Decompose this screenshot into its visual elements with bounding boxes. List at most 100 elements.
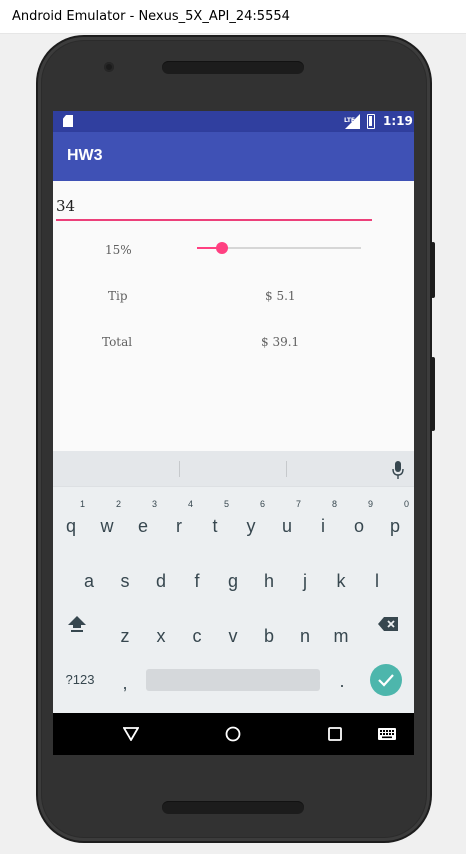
key-b[interactable]: b (251, 616, 287, 656)
key-number-hint: 1 (79, 499, 85, 509)
key-z[interactable]: z (107, 616, 143, 656)
tip-calculator-form: 15% Tip $ 5.1 Total $ 39.1 (53, 181, 414, 451)
key-c[interactable]: c (179, 616, 215, 656)
period-key[interactable]: . (324, 661, 360, 701)
key-a[interactable]: a (71, 561, 107, 601)
app-bar: HW3 (53, 132, 414, 181)
key-v[interactable]: v (215, 616, 251, 656)
key-s[interactable]: s (107, 561, 143, 601)
soft-keyboard: q1w2e3r4t5y6u7i8o9p0 asdfghjkl zxcvbnm ?… (53, 451, 414, 713)
key-number-hint: 4 (187, 499, 193, 509)
power-button[interactable] (431, 242, 435, 298)
key-number-hint: 0 (403, 499, 409, 509)
key-x[interactable]: x (143, 616, 179, 656)
key-f[interactable]: f (179, 561, 215, 601)
key-label: u (281, 516, 292, 536)
key-label: e (137, 516, 148, 536)
network-label: LTE (344, 117, 355, 124)
key-label: j (303, 571, 307, 591)
key-number-hint: 9 (367, 499, 373, 509)
shift-arrow-icon[interactable] (67, 614, 87, 634)
key-d[interactable]: d (143, 561, 179, 601)
key-label: m (333, 626, 349, 646)
key-label: n (299, 626, 310, 646)
key-label: o (353, 516, 364, 536)
key-k[interactable]: k (323, 561, 359, 601)
bill-amount-input[interactable] (56, 193, 372, 221)
mic-icon[interactable] (392, 461, 404, 479)
key-label: x (156, 626, 166, 646)
key-r[interactable]: r4 (161, 499, 197, 546)
window-titlebar: Android Emulator - Nexus_5X_API_24:5554 (0, 0, 466, 34)
suggestion-strip (53, 451, 414, 487)
tip-percent-slider[interactable] (197, 242, 361, 254)
key-number-hint: 5 (223, 499, 229, 509)
battery-icon (367, 114, 375, 129)
key-j[interactable]: j (287, 561, 323, 601)
status-clock: 1:19 (383, 114, 413, 128)
key-label: c (192, 626, 202, 646)
key-h[interactable]: h (251, 561, 287, 601)
key-label: d (155, 571, 166, 591)
key-i[interactable]: i8 (305, 499, 341, 546)
space-key[interactable] (146, 669, 320, 691)
key-label: i (321, 516, 325, 536)
key-g[interactable]: g (215, 561, 251, 601)
key-q[interactable]: q1 (53, 499, 89, 546)
volume-button[interactable] (431, 357, 435, 431)
key-e[interactable]: e3 (125, 499, 161, 546)
key-y[interactable]: y6 (233, 499, 269, 546)
front-camera (104, 62, 114, 72)
window-title: Android Emulator - Nexus_5X_API_24:5554 (12, 9, 290, 24)
key-label: a (83, 571, 94, 591)
suggestion-divider (286, 461, 287, 477)
back-triangle-icon[interactable] (123, 727, 139, 741)
key-number-hint: 2 (115, 499, 121, 509)
suggestion-divider (179, 461, 180, 477)
key-number-hint: 3 (151, 499, 157, 509)
key-label: k (336, 571, 346, 591)
key-label: y (246, 516, 256, 536)
key-number-hint: 8 (331, 499, 337, 509)
total-label: Total (102, 335, 133, 349)
key-number-hint: 6 (259, 499, 265, 509)
tip-value: $ 5.1 (265, 289, 296, 303)
app-title: HW3 (67, 147, 103, 164)
enter-key[interactable] (370, 664, 402, 696)
backspace-icon[interactable] (377, 616, 399, 632)
key-label: h (263, 571, 274, 591)
key-n[interactable]: n (287, 616, 323, 656)
key-label: p (389, 516, 400, 536)
navigation-bar (53, 713, 414, 755)
key-label: t (212, 516, 218, 536)
key-label: s (120, 571, 130, 591)
total-value: $ 39.1 (261, 335, 300, 349)
key-m[interactable]: m (323, 616, 359, 656)
key-u[interactable]: u7 (269, 499, 305, 546)
key-label: l (375, 571, 379, 591)
key-w[interactable]: w2 (89, 499, 125, 546)
top-speaker-grille (162, 61, 304, 74)
symbols-key[interactable]: ?123 (62, 660, 98, 700)
key-l[interactable]: l (359, 561, 395, 601)
comma-key[interactable]: , (107, 663, 143, 703)
tip-percent-label: 15% (105, 243, 132, 257)
check-icon (378, 674, 394, 687)
recents-square-icon[interactable] (328, 727, 342, 741)
key-label: q (65, 516, 76, 536)
key-label: f (194, 571, 200, 591)
key-label: v (228, 626, 238, 646)
keyboard-switch-icon[interactable] (378, 728, 396, 740)
key-p[interactable]: p0 (377, 499, 413, 546)
status-bar: LTE 1:19 (53, 111, 414, 132)
slider-thumb[interactable] (215, 242, 228, 254)
key-o[interactable]: o9 (341, 499, 377, 546)
lte-signal-icon: LTE (344, 114, 360, 129)
key-t[interactable]: t5 (197, 499, 233, 546)
key-label: b (263, 626, 274, 646)
key-label: g (227, 571, 238, 591)
home-circle-icon[interactable] (225, 726, 241, 742)
bottom-speaker-grille (162, 801, 304, 814)
device-screen: LTE 1:19 HW3 15% Tip $ 5.1 Total $ 39.1 … (53, 111, 414, 755)
key-label: w (100, 516, 114, 536)
